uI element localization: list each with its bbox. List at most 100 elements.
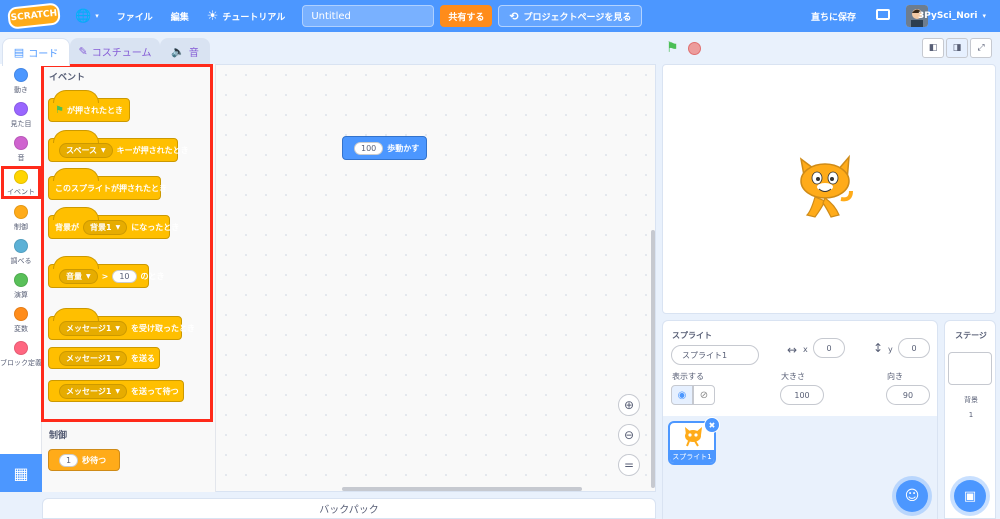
cat-add-icon: ☺ xyxy=(904,488,920,504)
chevron-down-icon: ▾ xyxy=(95,12,99,20)
speaker-icon: 🔈 xyxy=(171,45,185,58)
category-control[interactable]: 制御 xyxy=(0,205,42,232)
add-sprite-button[interactable]: ☺ xyxy=(896,480,928,512)
category-operators[interactable]: 演算 xyxy=(0,273,42,300)
green-flag-icon: ⚑ xyxy=(55,104,64,116)
category-label: 変数 xyxy=(14,325,28,333)
chevron-down-icon: ▼ xyxy=(86,272,91,280)
show-label: 表示する xyxy=(672,372,704,381)
zoom-out-button[interactable]: ⊖ xyxy=(618,424,640,446)
category-label: 動き xyxy=(14,86,28,94)
file-menu[interactable]: ファイル xyxy=(108,0,162,32)
direction-label: 向き xyxy=(887,372,903,381)
green-flag-button[interactable]: ⚑ xyxy=(666,40,679,56)
project-page-button[interactable]: ⟲ プロジェクトページを見る xyxy=(498,5,643,27)
broadcast-block[interactable]: メッセージ1 ▼ を送る xyxy=(48,347,160,369)
when-flag-clicked-block[interactable]: ⚑ が押されたとき xyxy=(48,90,130,122)
size-input[interactable]: 100 xyxy=(780,385,824,405)
when-message-received-block[interactable]: メッセージ1 ▼ を受け取ったとき xyxy=(48,308,195,340)
block-palette: イベント ⚑ が押されたとき スペース ▼ キーが押されたとき このスプライトが押… xyxy=(42,64,216,492)
category-label: 演算 xyxy=(14,291,28,299)
normal-stage-button[interactable]: ◨ xyxy=(946,38,968,58)
tab-sounds-label: 音 xyxy=(188,48,199,59)
block-label: キーが押されたとき xyxy=(116,145,189,155)
add-backdrop-button[interactable]: ▣ xyxy=(954,480,986,512)
category-dot xyxy=(14,273,28,287)
backdrop-dropdown[interactable]: 背景1 ▼ xyxy=(83,219,128,235)
category-sound[interactable]: 音 xyxy=(0,136,42,163)
message-dropdown[interactable]: メッセージ1 ▼ xyxy=(59,350,128,366)
sensor-value-input[interactable]: 10 xyxy=(112,269,137,283)
x-position-input[interactable]: 0 xyxy=(813,338,845,358)
category-looks[interactable]: 見た目 xyxy=(0,102,42,129)
category-my-blocks[interactable]: ブロック定義 xyxy=(0,341,42,368)
tab-code[interactable]: ▤ コード xyxy=(2,38,70,66)
tutorial-menu[interactable]: ☀ チュートリアル xyxy=(198,0,295,32)
category-sensing[interactable]: 調べる xyxy=(0,239,42,266)
hide-button[interactable]: ⊘ xyxy=(693,385,715,405)
show-visible-button[interactable]: ◉ xyxy=(671,385,693,405)
script-workspace[interactable] xyxy=(216,64,656,492)
project-title-input[interactable] xyxy=(302,5,435,27)
block-label: を受け取ったとき xyxy=(131,323,196,333)
tab-sounds[interactable]: 🔈 音 xyxy=(160,38,210,64)
broadcast-and-wait-block[interactable]: メッセージ1 ▼ を送って待つ xyxy=(48,380,184,402)
category-label: 調べる xyxy=(10,257,32,265)
cat-thumbnail-icon xyxy=(685,427,702,447)
category-label: ブロック定義 xyxy=(0,359,42,367)
zoom-in-button[interactable]: ⊕ xyxy=(618,394,640,416)
horizontal-scrollbar[interactable] xyxy=(342,487,582,491)
direction-input[interactable]: 90 xyxy=(886,385,930,405)
sprite-name-input[interactable]: スプライト1 xyxy=(671,345,759,365)
when-backdrop-switches-block[interactable]: 背景が 背景1 ▼ になったとき xyxy=(48,207,179,239)
stage-title: ステージ xyxy=(955,331,987,340)
zoom-reset-button[interactable]: = xyxy=(618,454,640,476)
edit-menu[interactable]: 編集 xyxy=(162,0,198,32)
category-variables[interactable]: 変数 xyxy=(0,307,42,334)
eye-off-icon: ⊘ xyxy=(699,389,709,401)
language-menu[interactable]: 🌐 ▾ xyxy=(66,0,108,32)
share-button[interactable]: 共有する xyxy=(440,5,493,27)
small-stage-icon: ◧ xyxy=(928,43,938,53)
y-position-input[interactable]: 0 xyxy=(898,338,930,358)
when-key-pressed-block[interactable]: スペース ▼ キーが押されたとき xyxy=(48,130,189,162)
tab-costumes[interactable]: ✎ コスチューム xyxy=(70,38,160,64)
fullscreen-button[interactable]: ⤢ xyxy=(970,38,992,58)
when-sensor-greater-block[interactable]: 音量 ▼ > 10 のとき xyxy=(48,256,165,288)
wait-seconds-block[interactable]: 1 秒待つ xyxy=(48,449,120,471)
folder-icon[interactable] xyxy=(876,9,890,20)
tab-code-label: コード xyxy=(28,49,59,60)
sensor-dropdown[interactable]: 音量 ▼ xyxy=(59,268,98,284)
zoom-in-icon: ⊕ xyxy=(623,398,635,412)
block-label: 秒待つ xyxy=(82,455,107,465)
sprite-thumbnail-name: スプライト1 xyxy=(670,450,714,463)
save-now-button[interactable]: 直ちに保存 xyxy=(811,0,856,32)
stop-button[interactable] xyxy=(688,42,701,55)
trash-icon: ✖ xyxy=(708,420,716,430)
stage-canvas[interactable] xyxy=(662,64,996,314)
message-dropdown[interactable]: メッセージ1 ▼ xyxy=(59,320,128,336)
stage-thumbnail[interactable] xyxy=(948,352,992,385)
add-extension-button[interactable]: ▦ xyxy=(0,454,42,492)
backpack-header[interactable]: バックパック xyxy=(42,498,656,519)
move-steps-input[interactable]: 100 xyxy=(354,141,384,155)
chevron-down-icon: ▾ xyxy=(982,12,986,20)
cat-sprite[interactable] xyxy=(795,151,855,223)
vertical-scrollbar[interactable] xyxy=(651,230,655,488)
move-steps-block[interactable]: 100 歩動かす xyxy=(342,136,428,160)
key-dropdown[interactable]: スペース ▼ xyxy=(59,142,113,158)
refresh-icon: ⟲ xyxy=(509,9,519,23)
small-stage-button[interactable]: ◧ xyxy=(922,38,944,58)
when-sprite-clicked-block[interactable]: このスプライトが押されたとき xyxy=(48,168,167,200)
account-menu[interactable]: 3PySci_Nori ▾ xyxy=(918,0,986,32)
message-dropdown[interactable]: メッセージ1 ▼ xyxy=(59,383,128,399)
category-label: 音 xyxy=(17,154,25,162)
block-label: このスプライトが押されたとき xyxy=(55,183,167,193)
lightbulb-icon: ☀ xyxy=(206,8,219,24)
green-flag-icon: ⚑ xyxy=(666,40,679,56)
block-label: が押されたとき xyxy=(66,105,123,115)
category-motion[interactable]: 動き xyxy=(0,68,42,95)
scratch-logo[interactable]: SCRATCH xyxy=(6,2,62,30)
delete-sprite-button[interactable]: ✖ xyxy=(704,417,720,433)
wait-value-input[interactable]: 1 xyxy=(59,453,79,467)
